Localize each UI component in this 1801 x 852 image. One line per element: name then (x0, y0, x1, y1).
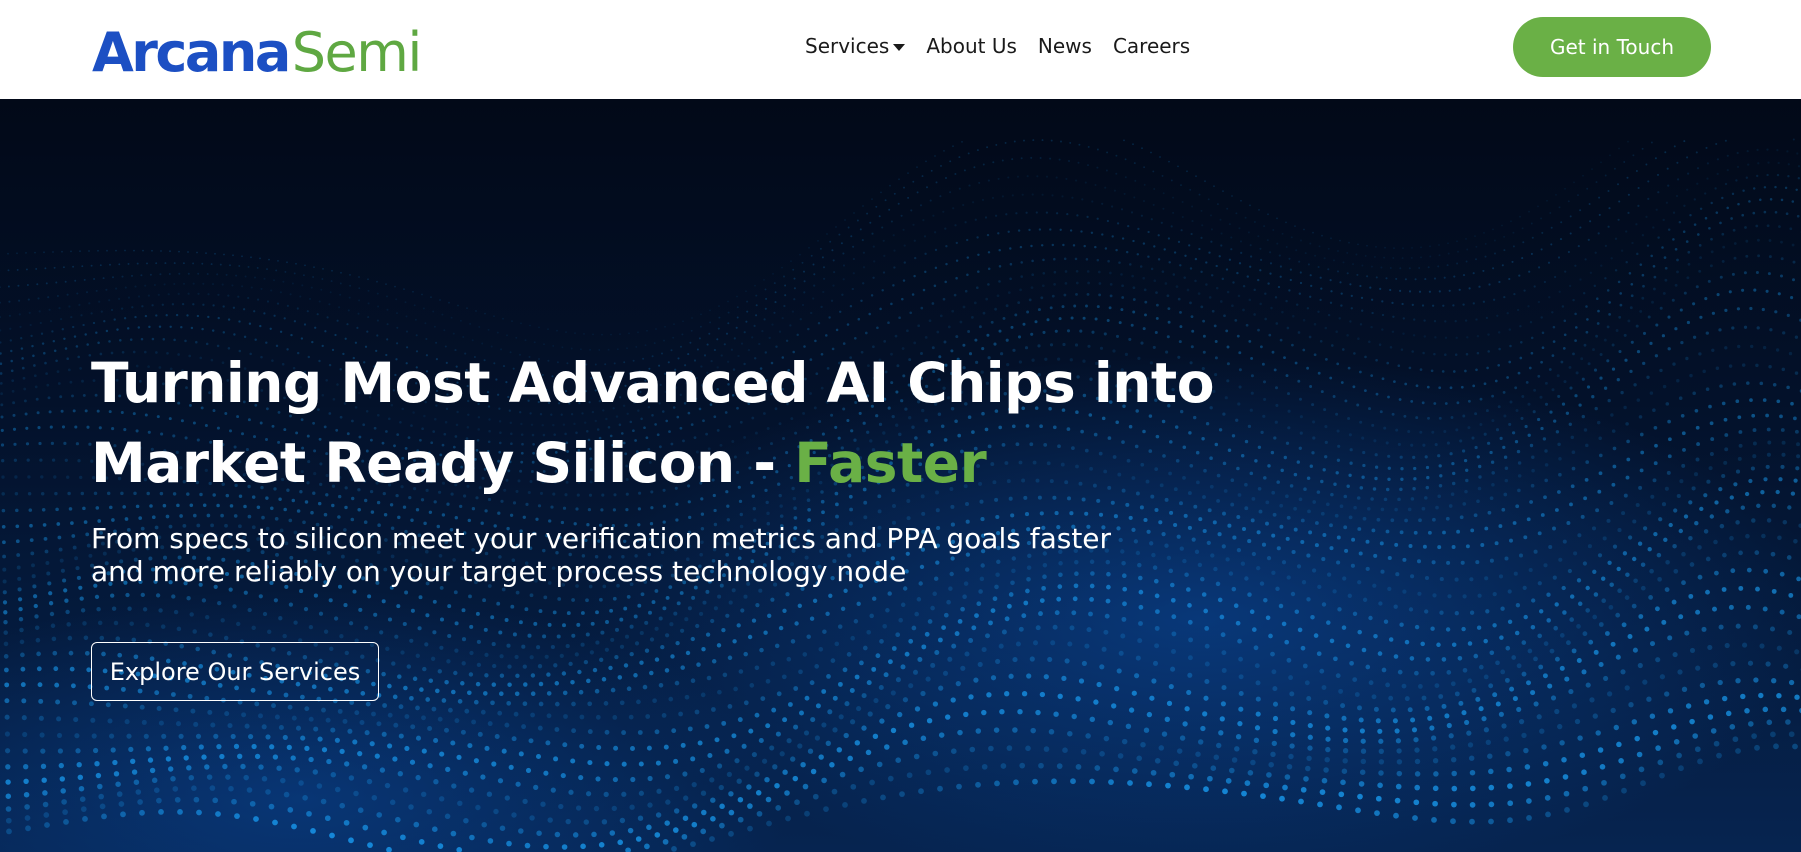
site-header: Arcana Semi Services About Us News Career… (0, 0, 1801, 99)
hero-subheading: From specs to silicon meet your verifica… (91, 522, 1191, 588)
nav-services-label: Services (805, 34, 890, 58)
hero-headline: Turning Most Advanced AI Chips into Mark… (91, 343, 1241, 503)
nav-news-label: News (1037, 34, 1092, 58)
hero-headline-line1: Turning Most Advanced AI Chips into (91, 351, 1215, 415)
main-nav: Services About Us News Careers (805, 34, 1190, 58)
nav-item-services[interactable]: Services (805, 34, 906, 58)
logo-text-semi: Semi (291, 21, 423, 84)
hero-headline-accent: Faster (794, 431, 987, 495)
hero-subheading-line1: From specs to silicon meet your verifica… (91, 522, 1112, 555)
hero-subheading-line2: and more reliably on your target process… (91, 555, 907, 588)
nav-about-label: About Us (926, 34, 1017, 58)
nav-item-careers[interactable]: Careers (1113, 34, 1190, 58)
logo-text-arcana: Arcana (92, 21, 291, 84)
caret-down-icon (893, 43, 906, 51)
arcanasemi-logo[interactable]: Arcana Semi (92, 14, 423, 84)
explore-services-button[interactable]: Explore Our Services (91, 642, 379, 701)
nav-item-news[interactable]: News (1038, 34, 1092, 58)
nav-item-about-us[interactable]: About Us (926, 34, 1017, 58)
nav-careers-label: Careers (1112, 34, 1191, 58)
hero-section: Turning Most Advanced AI Chips into Mark… (0, 99, 1801, 852)
get-in-touch-button[interactable]: Get in Touch (1513, 17, 1711, 77)
hero-headline-line2: Market Ready Silicon - (91, 431, 795, 495)
